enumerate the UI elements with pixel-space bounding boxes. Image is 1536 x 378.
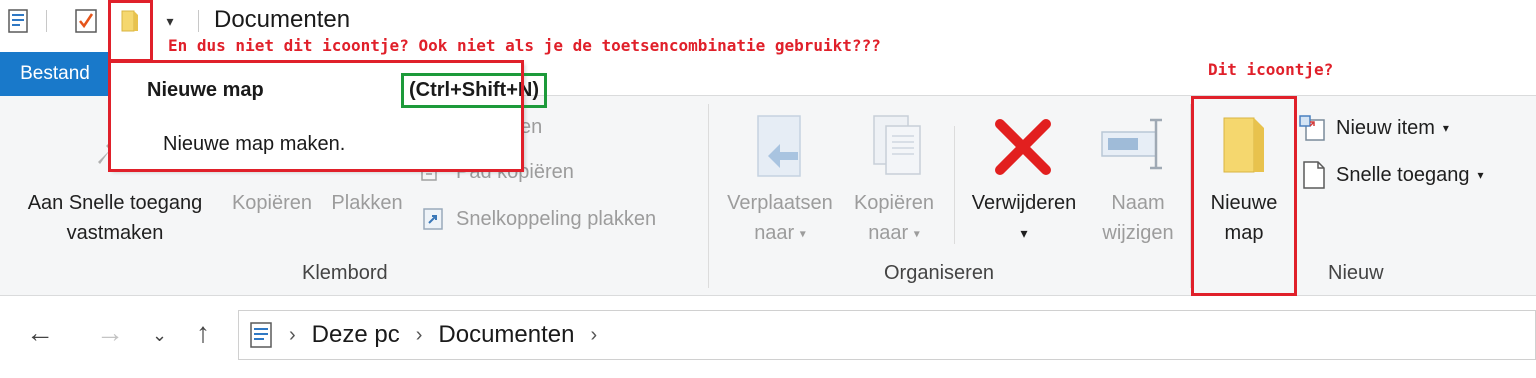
rename-button[interactable]: Naam wijzigen [1088, 188, 1188, 248]
recent-locations-chevron-icon[interactable]: ⌄ [152, 325, 167, 346]
chevron-down-icon: ▾ [799, 226, 806, 241]
new-item-label: Nieuw item [1336, 116, 1435, 139]
rename-icon [1100, 116, 1170, 177]
copyto-label-line2: naar [868, 222, 909, 244]
annotation-highlight-tooltip [108, 60, 524, 172]
rename-label-line1: Naam [1111, 192, 1165, 214]
breadcrumb-documenten[interactable]: Documenten [438, 321, 574, 349]
new-item-button[interactable]: Nieuw item ▾ [1298, 114, 1449, 142]
move-label-line2: naar [754, 222, 795, 244]
annotation-left-note: En dus niet dit icoontje? Ook niet als j… [168, 36, 881, 55]
copy-to-button[interactable]: Kopiëren naar ▾ [842, 188, 946, 249]
move-label-line1: Verplaatsen [727, 192, 833, 214]
group-label-nieuw: Nieuw [1328, 262, 1384, 284]
easy-access-icon [1298, 160, 1328, 190]
breadcrumb-deze-pc[interactable]: Deze pc [312, 321, 400, 349]
paste-label: Plakken [331, 192, 403, 214]
annotation-highlight-qa-folder [108, 0, 153, 62]
back-arrow-icon[interactable]: ← [26, 317, 54, 349]
copy-button[interactable]: Kopiëren [222, 188, 322, 218]
chevron-down-icon: ▾ [1020, 225, 1028, 241]
properties-icon[interactable] [4, 6, 32, 36]
delete-label: Verwijderen [971, 192, 1077, 214]
address-bar[interactable]: › Deze pc › Documenten › [238, 310, 1536, 360]
paste-button[interactable]: Plakken [326, 188, 408, 218]
pin-quick-access-button[interactable]: Aan Snelle toegang vastmaken [10, 188, 220, 248]
window-title: Documenten [214, 6, 351, 33]
chevron-down-icon: ▾ [1442, 121, 1449, 135]
chevron-down-icon: ▾ [1477, 168, 1484, 182]
group-label-organiseren: Organiseren [884, 262, 995, 284]
chevron-down-icon: ▾ [913, 226, 920, 241]
new-item-icon [1298, 114, 1328, 142]
annotation-highlight-new-folder [1191, 96, 1297, 296]
paste-shortcut-label: Snelkoppeling plakken [456, 207, 657, 230]
copy-to-icon [868, 112, 928, 185]
forward-arrow-icon[interactable]: → [96, 317, 124, 349]
move-to-icon [754, 114, 810, 185]
address-toolbar: ← → ⌄ ↑ › Deze pc › Documenten › [0, 297, 1536, 378]
paste-shortcut-icon [420, 206, 448, 232]
delete-button[interactable]: Verwijderen ▾ [960, 188, 1088, 248]
pin-label-line1: Aan Snelle toegang [27, 192, 203, 214]
copyto-label-line1: Kopiëren [853, 192, 935, 214]
pin-label-line2: vastmaken [66, 222, 164, 244]
move-to-button[interactable]: Verplaatsen naar ▾ [716, 188, 844, 249]
rename-label-line2: wijzigen [1102, 222, 1174, 244]
toolbar-separator [46, 10, 47, 32]
toolbar-separator [198, 10, 199, 32]
group-separator [708, 104, 709, 288]
documents-location-icon [249, 321, 273, 349]
breadcrumb-chevron-icon[interactable]: › [590, 324, 597, 347]
tab-bestand[interactable]: Bestand [0, 52, 110, 96]
button-separator [954, 126, 955, 244]
up-arrow-icon[interactable]: ↑ [196, 317, 210, 349]
delete-icon [994, 118, 1052, 181]
customize-dropdown-icon[interactable]: ▾ [156, 6, 184, 36]
easy-access-button[interactable]: Snelle toegang ▾ [1298, 160, 1483, 190]
checkmark-document-icon[interactable] [72, 6, 100, 36]
breadcrumb-chevron-icon[interactable]: › [289, 324, 296, 347]
annotation-right-note: Dit icoontje? [1208, 60, 1334, 79]
copy-label: Kopiëren [231, 192, 313, 214]
breadcrumb-chevron-icon[interactable]: › [416, 324, 423, 347]
group-label-klembord: Klembord [302, 262, 388, 284]
easy-access-label: Snelle toegang [1336, 163, 1470, 186]
paste-shortcut-button[interactable]: Snelkoppeling plakken [420, 206, 656, 232]
